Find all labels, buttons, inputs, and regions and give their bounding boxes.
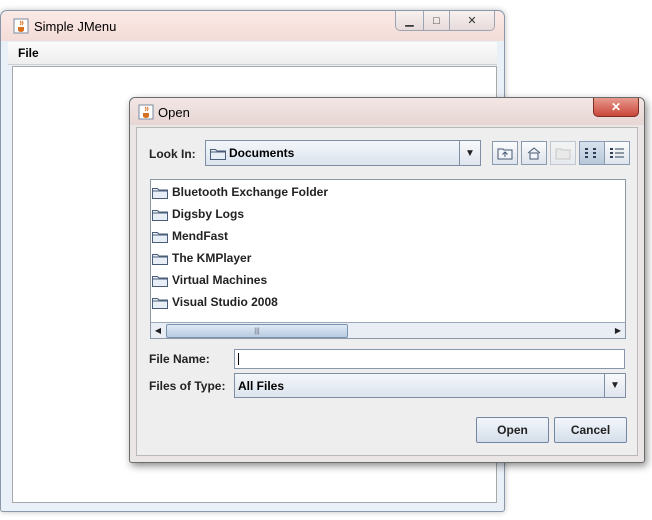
new-folder-icon — [555, 148, 571, 160]
scroll-right-icon[interactable]: ▶ — [611, 323, 625, 338]
maximize-button[interactable]: □ — [424, 11, 450, 30]
look-in-label: Look In: — [149, 147, 196, 161]
folder-icon — [210, 149, 226, 160]
chevron-down-icon[interactable]: ▼ — [604, 374, 625, 397]
folder-icon — [152, 231, 168, 243]
window-controls: ▁ □ ✕ — [395, 11, 495, 31]
java-cup-icon — [13, 18, 29, 34]
file-name: Digsby Logs — [172, 207, 245, 221]
new-folder-button[interactable] — [550, 141, 576, 165]
files-of-type-combo[interactable]: All Files ▼ — [234, 373, 626, 398]
list-item[interactable]: The KMPlayer — [152, 249, 251, 267]
folder-icon — [152, 297, 168, 309]
scroll-left-icon[interactable]: ◀ — [151, 323, 165, 338]
file-name: Virtual Machines — [172, 273, 268, 287]
home-button[interactable] — [521, 141, 547, 165]
list-item[interactable]: MendFast — [152, 227, 228, 245]
main-window-title: Simple JMenu — [34, 19, 117, 34]
list-item[interactable]: Virtual Machines — [152, 271, 267, 289]
look-in-value: Documents — [229, 146, 295, 160]
file-name-input[interactable] — [234, 349, 625, 369]
folder-icon — [152, 187, 168, 199]
file-name: Visual Studio 2008 — [172, 295, 278, 309]
cancel-button[interactable]: Cancel — [554, 417, 627, 443]
up-folder-icon — [497, 148, 513, 160]
menu-bar: File — [8, 42, 497, 65]
file-name: The KMPlayer — [172, 251, 252, 265]
details-view-icon — [610, 148, 624, 158]
folder-icon — [152, 253, 168, 265]
file-name: MendFast — [172, 229, 229, 243]
chevron-down-icon[interactable]: ▼ — [459, 141, 480, 165]
file-list[interactable]: Bluetooth Exchange Folder Digsby Logs Mend… — [150, 179, 626, 339]
maximize-icon: □ — [433, 14, 440, 27]
java-cup-icon — [138, 104, 154, 120]
minimize-button[interactable]: ▁ — [396, 11, 424, 30]
files-of-type-label: Files of Type: — [149, 379, 226, 393]
list-item[interactable]: Bluetooth Exchange Folder — [152, 183, 328, 201]
dialog-close-button[interactable]: ✕ — [593, 98, 639, 117]
home-icon — [527, 147, 541, 160]
files-of-type-value: All Files — [238, 379, 285, 393]
details-view-button[interactable] — [604, 141, 630, 165]
close-icon: ✕ — [610, 100, 622, 114]
close-icon: ✕ — [467, 15, 477, 27]
horizontal-scrollbar[interactable]: ◀ ||| ▶ — [151, 322, 625, 338]
open-button[interactable]: Open — [476, 417, 549, 443]
menu-file[interactable]: File — [18, 46, 39, 60]
open-dialog: Open ✕ Look In: Documents ▼ Bluetooth Ex… — [129, 97, 645, 463]
close-button[interactable]: ✕ — [450, 11, 494, 30]
list-item[interactable]: Visual Studio 2008 — [152, 293, 278, 311]
list-item[interactable]: Digsby Logs — [152, 205, 244, 223]
dialog-title: Open — [158, 105, 190, 120]
dialog-body: Look In: Documents ▼ Bluetooth Exchange … — [136, 127, 638, 456]
dialog-title-bar[interactable]: Open ✕ — [130, 98, 644, 125]
list-view-button[interactable] — [579, 141, 605, 165]
file-name: Bluetooth Exchange Folder — [172, 185, 329, 199]
folder-icon — [152, 275, 168, 287]
main-title-bar[interactable]: Simple JMenu ▁ □ ✕ — [1, 11, 504, 41]
file-name-label: File Name: — [149, 352, 210, 366]
text-caret — [238, 353, 239, 365]
up-folder-button[interactable] — [492, 141, 518, 165]
look-in-combo[interactable]: Documents ▼ — [205, 140, 481, 166]
folder-icon — [152, 209, 168, 221]
minimize-icon: ▁ — [405, 15, 414, 27]
list-view-icon — [585, 148, 596, 158]
scrollbar-thumb[interactable]: ||| — [166, 324, 348, 338]
